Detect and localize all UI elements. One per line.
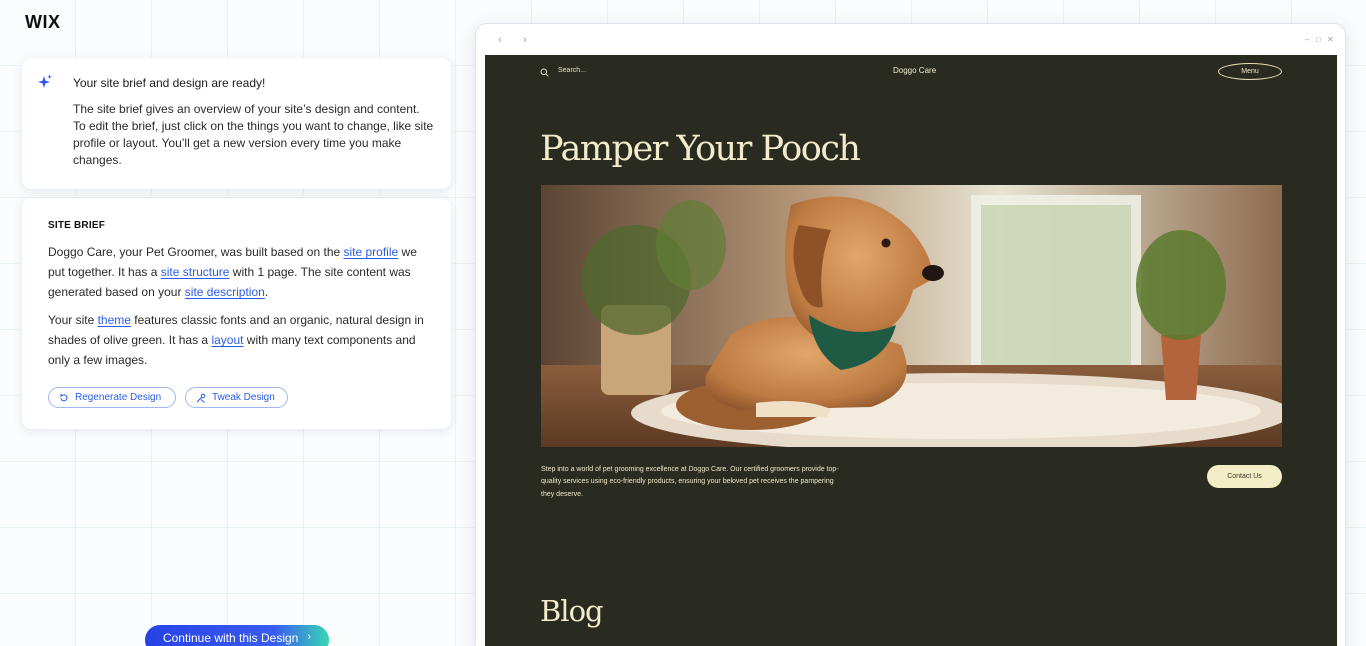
intro-body: The site brief gives an overview of your… bbox=[73, 102, 434, 167]
tweak-design-label: Tweak Design bbox=[212, 392, 275, 403]
site-description-link[interactable]: site description bbox=[185, 285, 265, 299]
wix-logo: WIX bbox=[25, 12, 61, 32]
theme-link[interactable]: theme bbox=[98, 313, 131, 327]
site-brief-paragraph-2: Your site theme features classic fonts a… bbox=[48, 310, 428, 370]
site-structure-link[interactable]: site structure bbox=[161, 265, 230, 279]
site-preview: Search... Doggo Care Menu Pamper Your Po… bbox=[485, 55, 1337, 646]
continue-with-design-button[interactable]: Continue with this Design › bbox=[145, 625, 329, 646]
regenerate-design-button[interactable]: Regenerate Design bbox=[48, 387, 176, 408]
forward-arrow-icon[interactable]: › bbox=[523, 34, 527, 46]
blog-heading: Blog bbox=[540, 594, 604, 628]
regenerate-design-label: Regenerate Design bbox=[75, 392, 162, 403]
site-profile-link[interactable]: site profile bbox=[344, 245, 399, 259]
brief-text: . bbox=[264, 285, 269, 299]
site-menu-button[interactable]: Menu bbox=[1218, 63, 1282, 80]
tweak-design-button[interactable]: Tweak Design bbox=[185, 387, 288, 408]
tweak-icon bbox=[196, 393, 206, 403]
site-preview-window: ‹ › – □ ✕ Search... Doggo Care Menu Pamp… bbox=[475, 23, 1346, 646]
chevron-right-icon: › bbox=[307, 631, 312, 643]
back-arrow-icon[interactable]: ‹ bbox=[498, 34, 502, 46]
site-brief-paragraph-1: Doggo Care, your Pet Groomer, was built … bbox=[48, 242, 428, 302]
contact-us-button[interactable]: Contact Us bbox=[1207, 465, 1282, 488]
dog-illustration bbox=[541, 185, 1282, 447]
intro-title: Your site brief and design are ready! bbox=[73, 76, 266, 90]
close-icon[interactable]: ✕ bbox=[1327, 35, 1334, 44]
site-brief-heading: SITE BRIEF bbox=[48, 220, 106, 231]
hero-image-dog bbox=[541, 185, 1282, 447]
layout-link[interactable]: layout bbox=[211, 333, 243, 347]
search-icon[interactable] bbox=[540, 68, 549, 77]
regenerate-icon bbox=[60, 393, 68, 401]
brief-text: Doggo Care, your Pet Groomer, was built … bbox=[48, 245, 344, 259]
site-brand-name: Doggo Care bbox=[893, 66, 937, 75]
hero-title: Pamper Your Pooch bbox=[540, 129, 861, 169]
site-intro-text: Step into a world of pet grooming excell… bbox=[541, 466, 839, 498]
brief-text: Your site bbox=[48, 313, 98, 327]
site-search[interactable]: Search... bbox=[558, 67, 586, 74]
minimize-icon[interactable]: – bbox=[1305, 35, 1309, 44]
sparkle-icon bbox=[38, 74, 52, 88]
maximize-icon[interactable]: □ bbox=[1316, 35, 1321, 44]
continue-label: Continue with this Design bbox=[162, 631, 299, 645]
